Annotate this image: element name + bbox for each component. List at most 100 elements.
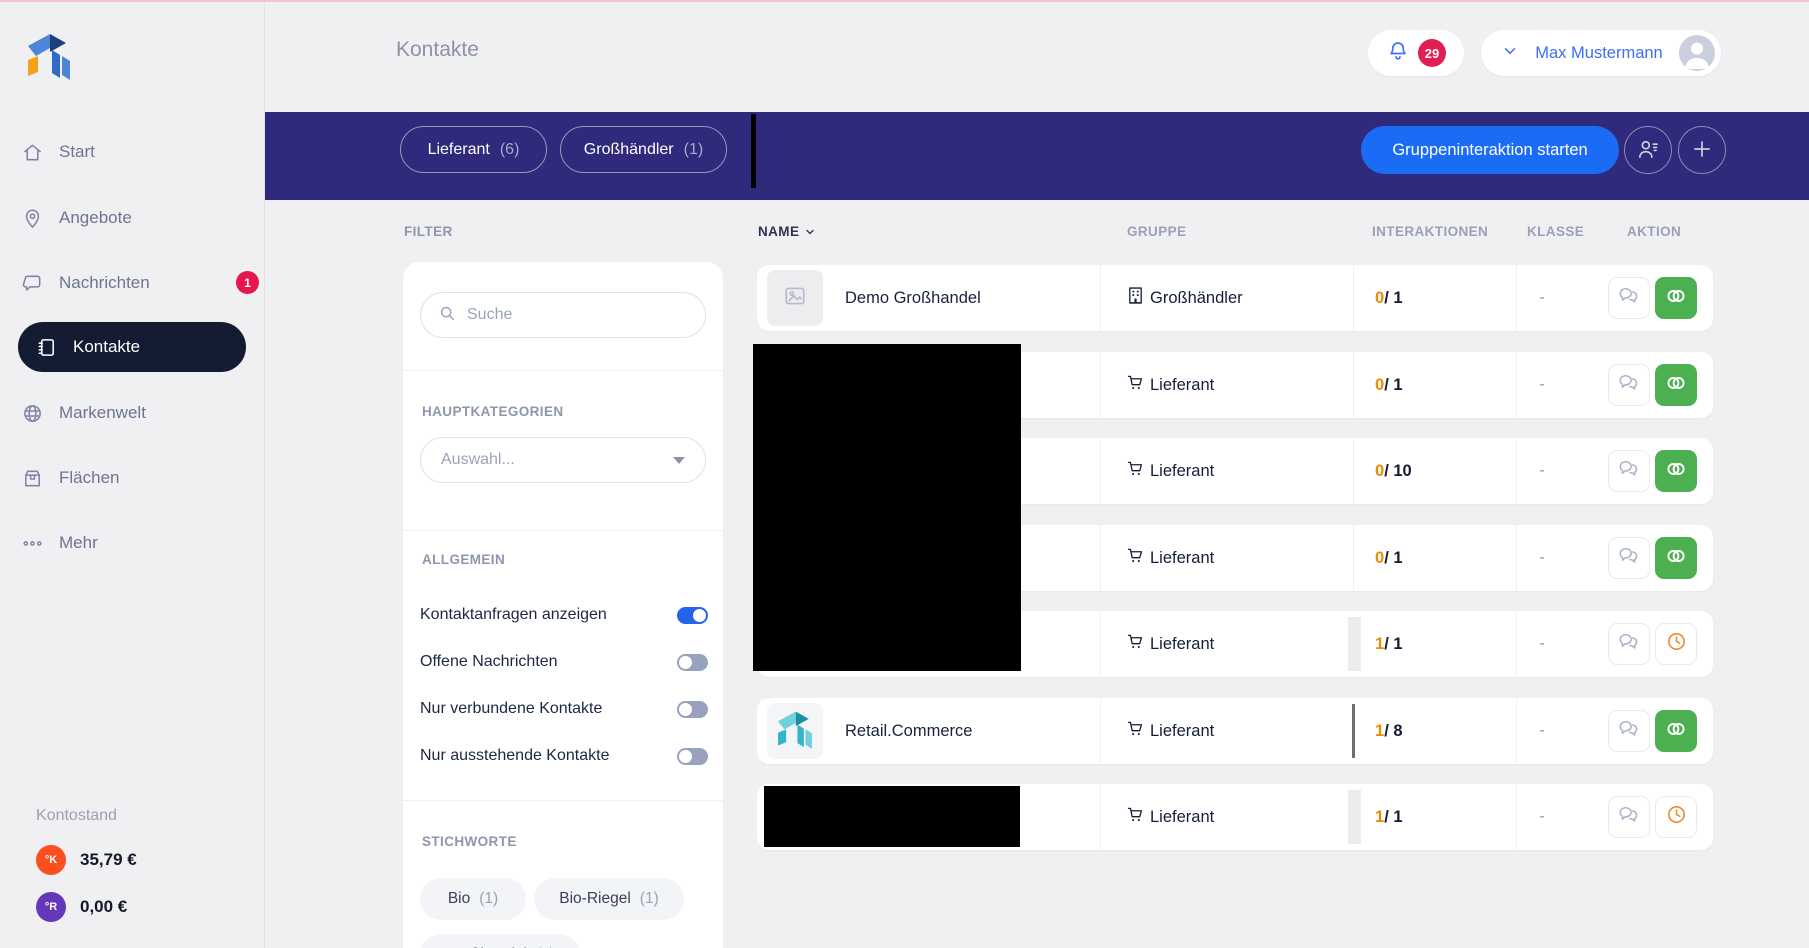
table-row[interactable]: Retail.CommerceLieferant1/ 8-: [757, 698, 1713, 764]
kontostand-label: Kontostand: [36, 807, 117, 825]
group-interaction-button[interactable]: Gruppeninteraktion starten: [1361, 126, 1619, 174]
connected-button[interactable]: [1655, 364, 1697, 406]
contact-name: Retail.Commerce: [845, 698, 972, 764]
open-chat-button[interactable]: [1608, 277, 1650, 319]
filter-chip-lieferant[interactable]: Lieferant (6): [400, 126, 547, 173]
group-cell: Lieferant: [1125, 438, 1214, 504]
divider: [1516, 525, 1517, 591]
sidebar-item-label: Kontakte: [73, 337, 140, 357]
hauptkategorien-select[interactable]: Auswahl...: [420, 437, 706, 483]
group-label: Großhändler: [1150, 289, 1243, 308]
column-header-interaktionen: INTERAKTIONEN: [1372, 224, 1488, 239]
sidebar-item-mehr[interactable]: Mehr: [20, 518, 98, 568]
search-icon: [437, 303, 457, 328]
tag-grosshandel[interactable]: Großhandel (1): [420, 934, 580, 948]
search-box: [420, 292, 706, 338]
group-label: Lieferant: [1150, 722, 1214, 741]
interactions-done: 1: [1375, 635, 1384, 654]
divider: [1516, 611, 1517, 677]
divider: [1353, 352, 1354, 418]
pending-button[interactable]: [1655, 623, 1697, 665]
chip-label: Großhändler: [584, 141, 674, 159]
avatar: [767, 703, 823, 759]
dots-icon: [20, 531, 44, 555]
toggle-offene-nachrichten[interactable]: [677, 654, 708, 671]
toggle-nur-verbundene-kontakte[interactable]: [677, 701, 708, 718]
interactions-total: 1: [1393, 549, 1402, 568]
open-chat-button[interactable]: [1608, 623, 1650, 665]
cart-icon: [1125, 458, 1146, 484]
open-chat-button[interactable]: [1608, 710, 1650, 752]
connected-button[interactable]: [1655, 277, 1697, 319]
interactions-done: 0: [1375, 376, 1384, 395]
divider: [403, 530, 723, 531]
toggle-nur-ausstehende-kontakte[interactable]: [677, 748, 708, 765]
connected-button[interactable]: [1655, 537, 1697, 579]
group-label: Lieferant: [1150, 376, 1214, 395]
divider: [1516, 265, 1517, 331]
chat-bubbles-icon: [1616, 802, 1642, 833]
open-chat-button[interactable]: [1608, 364, 1650, 406]
group-cell: Lieferant: [1125, 352, 1214, 418]
cart-icon: [1125, 718, 1146, 744]
interactions-separator: /: [1384, 808, 1393, 827]
search-input[interactable]: [467, 306, 689, 324]
globe-icon: [20, 401, 44, 425]
connected-button[interactable]: [1655, 450, 1697, 492]
filter-chip-grosshaendler[interactable]: Großhändler (1): [560, 126, 727, 173]
notifications-button[interactable]: 29: [1368, 30, 1464, 76]
interactions-total: 1: [1393, 635, 1402, 654]
tag-count: (1): [479, 890, 498, 908]
top-accent-line: [0, 0, 1809, 2]
klasse-value: -: [1527, 352, 1557, 418]
klasse-value: -: [1527, 438, 1557, 504]
group-cell: Großhändler: [1125, 265, 1243, 331]
open-chat-button[interactable]: [1608, 450, 1650, 492]
sidebar-item-markenwelt[interactable]: Markenwelt: [20, 388, 146, 438]
group-cell: Lieferant: [1125, 611, 1214, 677]
tag-count: (1): [640, 890, 659, 908]
toggle-label: Nur verbundene Kontakte: [420, 700, 602, 718]
balance-row-k: °K 35,79 €: [36, 845, 137, 875]
brand-logo: [26, 32, 72, 84]
interactions-done: 0: [1375, 549, 1384, 568]
sort-chevron-icon: [804, 226, 816, 238]
sidebar-item-nachrichten[interactable]: Nachrichten: [20, 258, 150, 308]
connected-icon: [1664, 457, 1688, 486]
open-chat-button[interactable]: [1608, 537, 1650, 579]
table-row[interactable]: Demo GroßhandelGroßhändler0/ 1-: [757, 265, 1713, 331]
pending-button[interactable]: [1655, 796, 1697, 838]
contact-list-button[interactable]: [1624, 126, 1672, 174]
connected-icon: [1664, 544, 1688, 573]
notifications-badge: 29: [1418, 39, 1446, 67]
select-placeholder: Auswahl...: [441, 451, 515, 469]
interactions-separator: /: [1384, 289, 1393, 308]
filter-panel: HAUPTKATEGORIEN Auswahl... ALLGEMEIN Kon…: [403, 262, 723, 948]
add-contact-button[interactable]: [1678, 126, 1726, 174]
divider: [1100, 265, 1101, 331]
sidebar-item-kontakte[interactable]: Kontakte: [18, 322, 246, 372]
filter-panel-title: FILTER: [404, 224, 453, 239]
open-chat-button[interactable]: [1608, 796, 1650, 838]
contact-name: Demo Großhandel: [845, 265, 981, 331]
stichworte-title: STICHWORTE: [422, 834, 517, 849]
hauptkategorien-title: HAUPTKATEGORIEN: [422, 404, 564, 419]
interactions-total: 1: [1393, 808, 1402, 827]
nachrichten-badge: 1: [236, 271, 259, 294]
connected-button[interactable]: [1655, 710, 1697, 752]
column-header-name[interactable]: NAME: [758, 224, 816, 239]
toggle-kontaktanfragen-anzeigen[interactable]: [677, 607, 708, 624]
divider-accent: [1348, 617, 1361, 671]
divider: [1100, 438, 1101, 504]
user-menu[interactable]: Max Mustermann: [1481, 30, 1721, 76]
tag-bio[interactable]: Bio (1): [420, 878, 526, 920]
balance-amount-k: 35,79 €: [80, 850, 137, 870]
connected-icon: [1664, 717, 1688, 746]
sidebar-item-start[interactable]: Start: [20, 127, 95, 177]
group-cell: Lieferant: [1125, 698, 1214, 764]
sidebar-item-flaechen[interactable]: Flächen: [20, 453, 119, 503]
tag-bio-riegel[interactable]: Bio-Riegel (1): [534, 878, 684, 920]
sidebar-item-angebote[interactable]: Angebote: [20, 193, 132, 243]
interactions-separator: /: [1384, 376, 1393, 395]
balance-row-r: °R 0,00 €: [36, 892, 127, 922]
